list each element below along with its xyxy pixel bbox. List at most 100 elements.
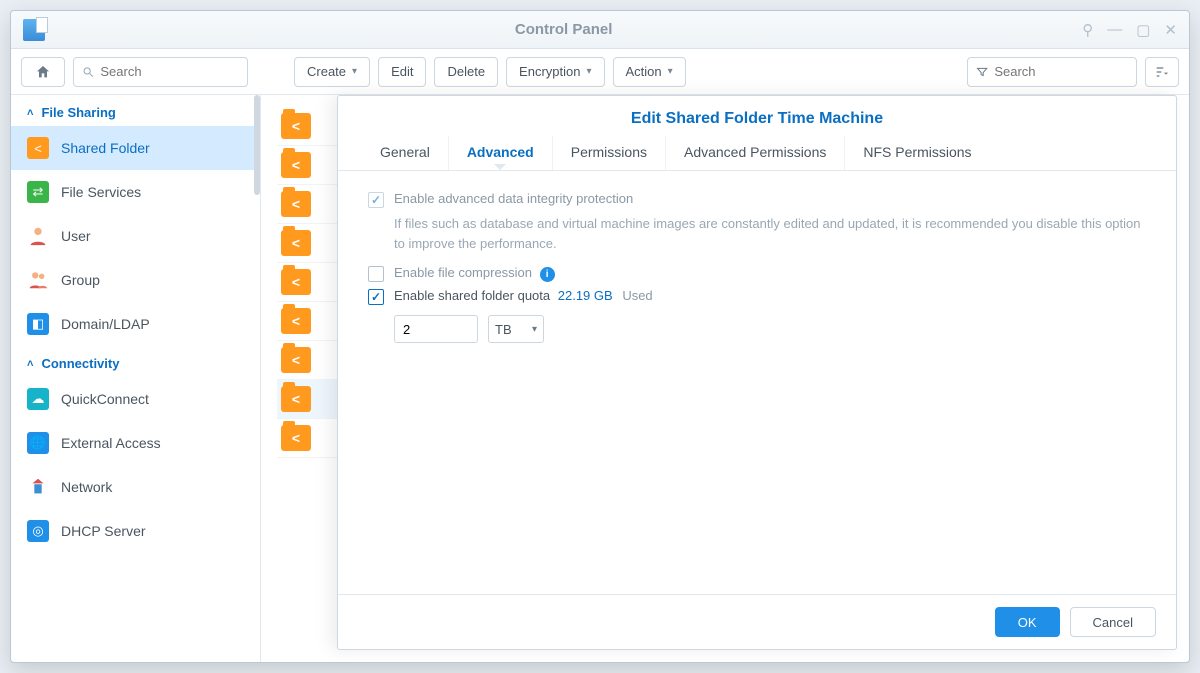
- sidebar-item-label: Group: [61, 272, 100, 288]
- sidebar-item-dhcp-server[interactable]: ◎ DHCP Server: [11, 509, 260, 553]
- network-icon: [27, 476, 49, 498]
- chevron-up-icon: ˄: [27, 358, 33, 370]
- group-icon: [27, 269, 49, 291]
- dhcp-icon: ◎: [27, 520, 49, 542]
- minimize-icon[interactable]: —: [1107, 21, 1122, 39]
- sidebar-item-label: Domain/LDAP: [61, 316, 150, 332]
- folder-icon: [281, 230, 311, 256]
- info-icon[interactable]: i: [540, 267, 555, 282]
- tab-general[interactable]: General: [362, 136, 449, 170]
- sort-button[interactable]: [1145, 57, 1179, 87]
- tab-advanced[interactable]: Advanced: [449, 136, 553, 170]
- option-label-text: Enable shared folder quota: [394, 288, 550, 303]
- folder-icon: [281, 386, 311, 412]
- app-icon: [23, 19, 45, 41]
- action-button[interactable]: Action▾: [613, 57, 686, 87]
- domain-icon: ◧: [27, 313, 49, 335]
- modal-footer: OK Cancel: [338, 594, 1176, 649]
- globe-icon: 🌐: [27, 432, 49, 454]
- checkbox-folder-quota[interactable]: [368, 289, 384, 305]
- filter-search-input[interactable]: [994, 64, 1128, 79]
- folder-icon: [281, 113, 311, 139]
- folder-icon: [281, 152, 311, 178]
- chevron-down-icon: ▾: [352, 66, 357, 77]
- sort-icon: [1154, 64, 1170, 80]
- edit-shared-folder-dialog: Edit Shared Folder Time Machine General …: [337, 95, 1177, 650]
- chevron-down-icon: ▾: [586, 66, 591, 77]
- folder-icon: [281, 191, 311, 217]
- checkbox-data-integrity[interactable]: [368, 192, 384, 208]
- create-label: Create: [307, 64, 346, 79]
- chevron-down-icon: ▾: [532, 324, 537, 335]
- tab-permissions[interactable]: Permissions: [553, 136, 666, 170]
- toolbar: Create ▾ Edit Delete Encryption ▾ Action▾: [11, 49, 1189, 95]
- sidebar-item-label: File Services: [61, 184, 141, 200]
- sidebar-item-label: Network: [61, 479, 112, 495]
- section-title: Connectivity: [41, 356, 119, 371]
- quota-used-value: 22.19 GB: [558, 288, 613, 303]
- sidebar-item-label: User: [61, 228, 91, 244]
- cancel-button[interactable]: Cancel: [1070, 607, 1156, 637]
- folder-icon: [281, 269, 311, 295]
- sidebar-search-input[interactable]: [100, 64, 239, 79]
- section-title: File Sharing: [41, 105, 115, 120]
- home-icon: [35, 64, 51, 80]
- section-connectivity[interactable]: ˄ Connectivity: [11, 346, 260, 377]
- modal-body: Enable advanced data integrity protectio…: [338, 171, 1176, 594]
- sidebar-item-network[interactable]: Network: [11, 465, 260, 509]
- option-label-text: Enable file compression: [394, 265, 532, 280]
- modal-title: Edit Shared Folder Time Machine: [338, 96, 1176, 136]
- sidebar-item-label: DHCP Server: [61, 523, 146, 539]
- folder-icon: [281, 425, 311, 451]
- create-button[interactable]: Create ▾: [294, 57, 370, 87]
- tab-advanced-permissions[interactable]: Advanced Permissions: [666, 136, 845, 170]
- sidebar: ˄ File Sharing < Shared Folder ⇄ File Se…: [11, 95, 261, 662]
- option-help-text: If files such as database and virtual ma…: [394, 214, 1146, 253]
- filter-search[interactable]: [967, 57, 1137, 87]
- option-label: Enable shared folder quota 22.19 GB Used: [394, 288, 653, 303]
- option-file-compression: Enable file compression i: [368, 265, 1146, 282]
- arrows-icon: ⇄: [27, 181, 49, 203]
- cloud-icon: ☁: [27, 388, 49, 410]
- ok-button[interactable]: OK: [995, 607, 1060, 637]
- modal-tabs: General Advanced Permissions Advanced Pe…: [338, 136, 1176, 171]
- home-button[interactable]: [21, 57, 65, 87]
- quota-unit-label: TB: [495, 322, 512, 337]
- encryption-label: Encryption: [519, 64, 580, 79]
- sidebar-item-group[interactable]: Group: [11, 258, 260, 302]
- tab-nfs-permissions[interactable]: NFS Permissions: [845, 136, 989, 170]
- quota-input-row: TB ▾: [394, 315, 1146, 343]
- close-icon[interactable]: ✕: [1164, 21, 1177, 39]
- pin-icon[interactable]: ⚲: [1082, 21, 1093, 39]
- quota-unit-select[interactable]: TB ▾: [488, 315, 544, 343]
- option-label: Enable file compression i: [394, 265, 555, 282]
- edit-button[interactable]: Edit: [378, 57, 426, 87]
- folder-icon: [281, 347, 311, 373]
- delete-button[interactable]: Delete: [434, 57, 498, 87]
- sidebar-item-label: External Access: [61, 435, 161, 451]
- sidebar-item-user[interactable]: User: [11, 214, 260, 258]
- action-label: Action: [626, 64, 662, 79]
- quota-used-label: Used: [622, 288, 652, 303]
- sidebar-item-domain-ldap[interactable]: ◧ Domain/LDAP: [11, 302, 260, 346]
- funnel-icon: [976, 65, 988, 79]
- share-icon: <: [27, 137, 49, 159]
- option-label: Enable advanced data integrity protectio…: [394, 191, 633, 206]
- sidebar-item-file-services[interactable]: ⇄ File Services: [11, 170, 260, 214]
- sidebar-item-label: Shared Folder: [61, 140, 150, 156]
- maximize-icon[interactable]: ▢: [1136, 21, 1150, 39]
- checkbox-file-compression[interactable]: [368, 266, 384, 282]
- quota-value-input[interactable]: [394, 315, 478, 343]
- sidebar-item-shared-folder[interactable]: < Shared Folder: [11, 126, 260, 170]
- sidebar-item-external-access[interactable]: 🌐 External Access: [11, 421, 260, 465]
- chevron-up-icon: ˄: [27, 107, 33, 119]
- sidebar-search[interactable]: [73, 57, 248, 87]
- option-folder-quota: Enable shared folder quota 22.19 GB Used: [368, 288, 1146, 305]
- control-panel-window: Control Panel ⚲ — ▢ ✕ Create▾ Edit Delet…: [10, 10, 1190, 663]
- scrollbar[interactable]: [254, 95, 260, 195]
- encryption-button[interactable]: Encryption ▾: [506, 57, 604, 87]
- user-icon: [27, 225, 49, 247]
- option-data-integrity: Enable advanced data integrity protectio…: [368, 191, 1146, 208]
- sidebar-item-quickconnect[interactable]: ☁ QuickConnect: [11, 377, 260, 421]
- section-file-sharing[interactable]: ˄ File Sharing: [11, 95, 260, 126]
